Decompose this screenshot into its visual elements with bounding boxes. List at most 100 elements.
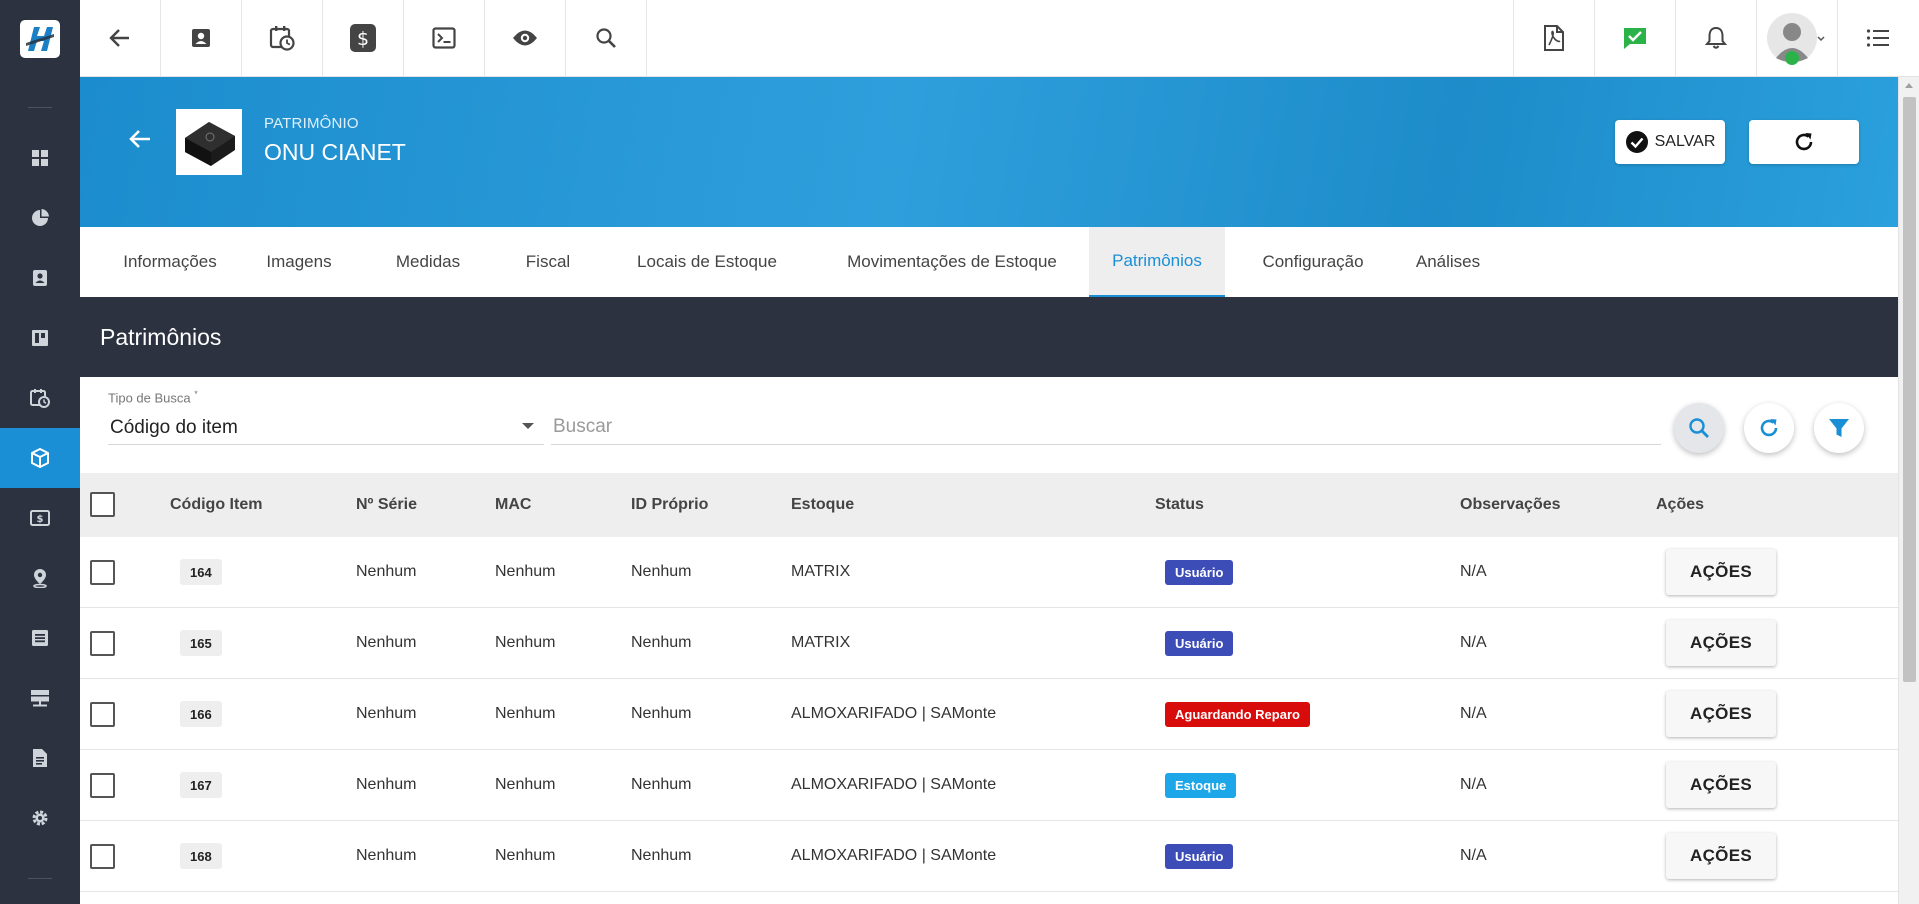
actions-button[interactable]: AÇÕES — [1666, 691, 1776, 737]
tab-patrimonios[interactable]: Patrimônios — [1089, 227, 1225, 297]
header-back-button[interactable] — [126, 125, 154, 153]
table-row: 165 Nenhum Nenhum Nenhum MATRIX Usuário … — [80, 608, 1898, 679]
tab-imagens[interactable]: Imagens — [260, 227, 338, 297]
save-button[interactable]: SALVAR — [1615, 120, 1725, 164]
row-checkbox[interactable] — [90, 631, 115, 656]
actions-button[interactable]: AÇÕES — [1666, 549, 1776, 595]
user-menu[interactable] — [1756, 0, 1837, 76]
sidebar-item-settings[interactable] — [0, 788, 80, 848]
svg-text:$: $ — [37, 514, 44, 525]
server-icon — [31, 690, 49, 707]
item-code: 166 — [180, 701, 222, 727]
vertical-scrollbar[interactable] — [1898, 77, 1919, 904]
contact-card-icon — [192, 29, 210, 47]
actions-button[interactable]: AÇÕES — [1666, 620, 1776, 666]
serial-number: Nenhum — [356, 634, 417, 651]
stock-location: ALMOXARIFADO | SAMonte — [791, 776, 997, 793]
tab-analises[interactable]: Análises — [1403, 227, 1493, 297]
svg-text:$: $ — [357, 28, 369, 50]
own-id: Nenhum — [631, 705, 692, 722]
column-header-id-proprio[interactable]: ID Próprio — [631, 473, 708, 537]
search-submit-button[interactable] — [1674, 403, 1724, 453]
page-kicker: PATRIMÔNIO — [264, 115, 359, 132]
back-button[interactable] — [80, 0, 161, 76]
column-header-codigo-item[interactable]: Código Item — [170, 473, 262, 537]
section-header: Patrimônios — [80, 297, 1898, 377]
sidebar-item-reports[interactable] — [0, 188, 80, 248]
calendar-clock-icon — [30, 389, 50, 408]
tab-informacoes[interactable]: Informações — [110, 227, 230, 297]
search-icon — [1689, 418, 1709, 438]
column-header-mac[interactable]: MAC — [495, 473, 531, 537]
contacts-button[interactable] — [161, 0, 242, 76]
reload-button[interactable] — [1749, 120, 1859, 164]
tab-fiscal[interactable]: Fiscal — [515, 227, 581, 297]
row-checkbox[interactable] — [90, 844, 115, 869]
refresh-list-button[interactable] — [1744, 403, 1794, 453]
tab-movimentacoes-de-estoque[interactable]: Movimentações de Estoque — [833, 227, 1071, 297]
pdf-button[interactable] — [1513, 0, 1594, 76]
dollar-icon: $ — [350, 24, 376, 52]
row-checkbox[interactable] — [90, 702, 115, 727]
column-header-status[interactable]: Status — [1155, 473, 1204, 537]
back-arrow-icon — [129, 130, 150, 148]
own-id: Nenhum — [631, 847, 692, 864]
serial-number: Nenhum — [356, 705, 417, 722]
column-header-observacoes[interactable]: Observações — [1460, 473, 1561, 537]
list-box-icon — [32, 630, 48, 646]
view-button[interactable] — [485, 0, 566, 76]
notes: N/A — [1460, 705, 1487, 722]
map-pin-icon — [33, 569, 47, 588]
sidebar-item-finance[interactable]: $ — [0, 488, 80, 548]
actions-button[interactable]: AÇÕES — [1666, 762, 1776, 808]
row-checkbox[interactable] — [90, 773, 115, 798]
search-type-select[interactable]: Código do item — [108, 409, 544, 445]
sidebar-item-clients[interactable] — [0, 248, 80, 308]
tab-configuracao[interactable]: Configuração — [1243, 227, 1383, 297]
sidebar-item-locations[interactable] — [0, 548, 80, 608]
sidebar-item-dashboard[interactable] — [0, 128, 80, 188]
search-button[interactable] — [566, 0, 647, 76]
sidebar-item-schedule[interactable] — [0, 368, 80, 428]
scrollbar-thumb[interactable] — [1903, 97, 1916, 682]
sidebar-item-documents[interactable] — [0, 728, 80, 788]
kanban-icon — [32, 330, 48, 346]
filter-button[interactable] — [1814, 403, 1864, 453]
scroll-up-arrow-icon[interactable] — [1905, 83, 1913, 88]
check-circle-icon — [1625, 131, 1648, 153]
sidebar-item-boards[interactable] — [0, 308, 80, 368]
table-row: 166 Nenhum Nenhum Nenhum ALMOXARIFADO | … — [80, 679, 1898, 750]
search-input[interactable] — [551, 409, 1661, 445]
actions-button[interactable]: AÇÕES — [1666, 833, 1776, 879]
sidebar-item-network[interactable] — [0, 668, 80, 728]
box-icon — [31, 448, 49, 468]
stock-location: MATRIX — [791, 563, 851, 580]
menu-button[interactable] — [1837, 0, 1918, 76]
notifications-button[interactable] — [1675, 0, 1756, 76]
filter-icon — [1829, 419, 1849, 437]
tab-medidas[interactable]: Medidas — [390, 227, 466, 297]
table-row: 164 Nenhum Nenhum Nenhum MATRIX Usuário … — [80, 537, 1898, 608]
messages-button[interactable] — [1594, 0, 1675, 76]
table-row: 168 Nenhum Nenhum Nenhum ALMOXARIFADO | … — [80, 821, 1898, 892]
select-all-checkbox[interactable] — [90, 492, 115, 517]
mac-address: Nenhum — [495, 847, 556, 864]
status-badge: Usuário — [1165, 560, 1234, 585]
finance-button[interactable]: $ — [323, 0, 404, 76]
terminal-button[interactable] — [404, 0, 485, 76]
refresh-icon — [1795, 133, 1813, 151]
column-header-numero-serie[interactable]: Nº Série — [356, 473, 417, 537]
column-header-estoque[interactable]: Estoque — [791, 473, 854, 537]
sidebar-divider — [28, 107, 52, 108]
row-checkbox[interactable] — [90, 560, 115, 585]
required-mark: * — [194, 389, 198, 399]
schedule-button[interactable] — [242, 0, 323, 76]
app-logo[interactable] — [0, 0, 80, 77]
tab-locais-de-estoque[interactable]: Locais de Estoque — [627, 227, 787, 297]
stock-location: ALMOXARIFADO | SAMonte — [791, 847, 997, 864]
search-icon — [596, 28, 616, 48]
sidebar-item-inventory[interactable] — [0, 428, 80, 488]
serial-number: Nenhum — [356, 776, 417, 793]
sidebar-item-lists[interactable] — [0, 608, 80, 668]
search-type-label-text: Tipo de Busca — [108, 390, 191, 406]
